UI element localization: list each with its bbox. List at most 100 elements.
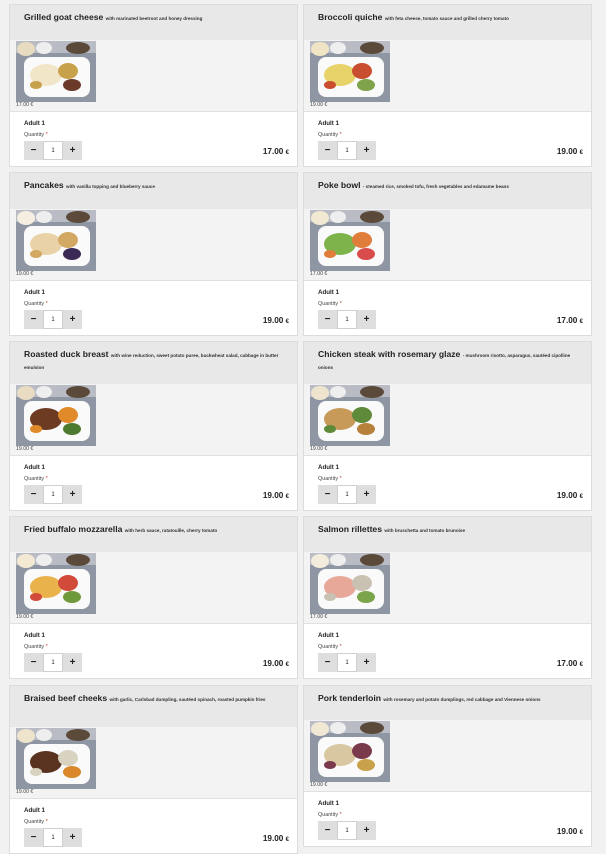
unit-price: 17.00 € (310, 614, 328, 620)
meal-photo (16, 385, 96, 446)
decrement-button[interactable]: − (318, 485, 337, 504)
dish-name: Broccoli quiche (318, 12, 383, 22)
required-mark: * (339, 476, 342, 482)
card-header: Salmon rillettes with bruschetta and tom… (304, 517, 591, 552)
increment-button[interactable]: + (63, 653, 82, 672)
quantity-input[interactable]: 1 (337, 485, 357, 504)
decrement-button[interactable]: − (24, 828, 43, 847)
increment-button[interactable]: + (357, 485, 376, 504)
meal-card: Roasted duck breast with wine reduction,… (9, 341, 298, 511)
quantity-label-text: Quantity (318, 644, 339, 650)
currency-symbol: € (285, 150, 289, 156)
increment-button[interactable]: + (63, 485, 82, 504)
quantity-label-text: Quantity (318, 301, 339, 307)
quantity-label-text: Quantity (24, 819, 45, 825)
quantity-input[interactable]: 1 (43, 828, 63, 847)
meal-card: Pancakes with vanilla topping and bluebe… (9, 172, 298, 336)
dish-description: with garlic, Carlsbad dumpling, sautéed … (109, 697, 266, 702)
decrement-button[interactable]: − (24, 141, 43, 160)
required-mark: * (339, 644, 342, 650)
quantity-stepper: −1 + (318, 821, 376, 840)
divider (10, 623, 297, 624)
required-mark: * (45, 819, 48, 825)
dish-name: Grilled goat cheese (24, 12, 104, 22)
dish-title: Salmon rillettes with bruschetta and tom… (318, 524, 583, 536)
quantity-stepper: −1 + (24, 310, 82, 329)
meal-card: Poke bowl - steamed rice, smoked tofu, f… (303, 172, 592, 336)
quantity-input[interactable]: 1 (337, 653, 357, 672)
passenger-label: Adult 1 (318, 800, 339, 807)
dish-title: Chicken steak with rosemary glaze - mush… (318, 349, 583, 373)
quantity-stepper: −1 + (24, 141, 82, 160)
increment-button[interactable]: + (357, 310, 376, 329)
quantity-label: Quantity * (24, 819, 48, 825)
decrement-button[interactable]: − (318, 821, 337, 840)
quantity-stepper: −1 + (318, 141, 376, 160)
quantity-input[interactable]: 1 (43, 653, 63, 672)
decrement-button[interactable]: − (24, 485, 43, 504)
required-mark: * (45, 644, 48, 650)
increment-button[interactable]: + (357, 141, 376, 160)
divider (10, 455, 297, 456)
unit-price: 19.00 € (16, 446, 34, 452)
total-amount: 19.00 (556, 147, 578, 156)
dish-description: with herb sauce, ratatouille, cherry tom… (124, 528, 218, 533)
unit-price: 19.00 € (16, 271, 34, 277)
total-amount: 19.00 (556, 491, 578, 500)
line-total: 19.00 € (263, 659, 289, 668)
meal-photo (16, 553, 96, 614)
quantity-stepper: −1 + (24, 485, 82, 504)
quantity-input[interactable]: 1 (43, 141, 63, 160)
meal-card: Pork tenderloin with rosemary and potato… (303, 685, 592, 847)
divider (304, 623, 591, 624)
increment-button[interactable]: + (63, 310, 82, 329)
currency-symbol: € (579, 319, 583, 325)
quantity-label: Quantity * (318, 132, 342, 138)
card-header: Poke bowl - steamed rice, smoked tofu, f… (304, 173, 591, 209)
increment-button[interactable]: + (357, 821, 376, 840)
total-amount: 17.00 (556, 659, 578, 668)
unit-price: 19.00 € (310, 446, 328, 452)
required-mark: * (45, 476, 48, 482)
decrement-button[interactable]: − (318, 141, 337, 160)
currency-symbol: € (579, 494, 583, 500)
increment-button[interactable]: + (63, 141, 82, 160)
dish-title: Grilled goat cheese with marinated beetr… (24, 12, 289, 24)
quantity-input[interactable]: 1 (43, 310, 63, 329)
divider (304, 791, 591, 792)
quantity-input[interactable]: 1 (43, 485, 63, 504)
quantity-label: Quantity * (318, 476, 342, 482)
dish-name: Chicken steak with rosemary glaze (318, 349, 461, 359)
quantity-stepper: −1 + (24, 828, 82, 847)
total-amount: 19.00 (262, 834, 284, 843)
currency-symbol: € (579, 662, 583, 668)
decrement-button[interactable]: − (318, 310, 337, 329)
quantity-input[interactable]: 1 (337, 821, 357, 840)
dish-description: with rosemary and potato dumplings, red … (383, 697, 541, 702)
dish-title: Braised beef cheeks with garlic, Carlsba… (24, 693, 289, 705)
quantity-stepper: −1 + (318, 310, 376, 329)
unit-price: 17.00 € (310, 271, 328, 277)
increment-button[interactable]: + (63, 828, 82, 847)
quantity-input[interactable]: 1 (337, 141, 357, 160)
decrement-button[interactable]: − (24, 310, 43, 329)
unit-price: 19.00 € (16, 614, 34, 620)
card-header: Pancakes with vanilla topping and bluebe… (10, 173, 297, 209)
meal-card: Grilled goat cheese with marinated beetr… (9, 4, 298, 167)
passenger-label: Adult 1 (318, 464, 339, 471)
currency-symbol: € (579, 150, 583, 156)
card-header: Roasted duck breast with wine reduction,… (10, 342, 297, 384)
line-total: 19.00 € (263, 316, 289, 325)
dish-description: with vanilla topping and blueberry sauce (66, 184, 155, 189)
meal-photo (310, 210, 390, 271)
meal-card: Salmon rillettes with bruschetta and tom… (303, 516, 592, 679)
unit-price: 19.00 € (310, 782, 328, 788)
meal-card: Broccoli quiche with feta cheese, tomato… (303, 4, 592, 167)
decrement-button[interactable]: − (24, 653, 43, 672)
quantity-input[interactable]: 1 (337, 310, 357, 329)
dish-title: Poke bowl - steamed rice, smoked tofu, f… (318, 180, 583, 192)
quantity-label: Quantity * (318, 301, 342, 307)
quantity-label-text: Quantity (24, 301, 45, 307)
decrement-button[interactable]: − (318, 653, 337, 672)
increment-button[interactable]: + (357, 653, 376, 672)
